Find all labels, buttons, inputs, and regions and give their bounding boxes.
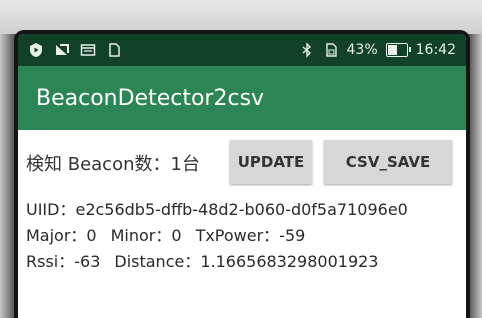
phone-bezel-left xyxy=(0,34,18,318)
beacon-rssi: Rssi：-63 xyxy=(26,252,101,271)
update-button[interactable]: UPDATE xyxy=(230,140,312,184)
beacon-count-label: 検知 Beacon数：1台 xyxy=(26,154,200,175)
app-title: BeaconDetector2csv xyxy=(36,85,265,111)
beacon-major: Major：0 xyxy=(26,226,97,245)
status-bar-right: 43% 16:42 xyxy=(299,42,456,58)
sim-icon xyxy=(109,43,120,57)
sim-card-icon xyxy=(325,43,337,57)
phone-screen: 43% 16:42 BeaconDetector2csv 検知 Beacon数：… xyxy=(18,34,466,318)
app-bar: BeaconDetector2csv xyxy=(18,66,466,130)
battery-percent: 43% xyxy=(346,42,378,58)
status-bar: 43% 16:42 xyxy=(18,34,466,66)
notification-icon xyxy=(80,44,96,56)
beacon-rssi-distance-row: Rssi：-63 Distance：1.1665683298001923 xyxy=(26,248,378,272)
phone-frame-top xyxy=(0,0,482,34)
clock: 16:42 xyxy=(415,42,456,58)
shield-icon xyxy=(30,43,42,57)
controls-row: 検知 Beacon数：1台 UPDATE CSV_SAVE xyxy=(18,136,466,186)
battery-icon xyxy=(385,43,411,57)
bluetooth-icon xyxy=(302,42,311,58)
status-bar-left-icons xyxy=(28,42,122,58)
beacon-uuid: UIID：e2c56db5-dffb-48d2-b060-d0f5a71096e… xyxy=(26,200,408,219)
main-content: 検知 Beacon数：1台 UPDATE CSV_SAVE UIID：e2c56… xyxy=(18,130,466,318)
beacon-major-minor-tx-row: Major：0 Minor：0 TxPower：-59 xyxy=(26,222,305,246)
beacon-distance: Distance：1.1665683298001923 xyxy=(114,252,379,271)
csv-save-button[interactable]: CSV_SAVE xyxy=(324,140,452,184)
signal-icon xyxy=(56,44,69,55)
beacon-minor: Minor：0 xyxy=(110,226,182,245)
beacon-txpower: TxPower：-59 xyxy=(195,226,306,245)
phone-bezel-right xyxy=(466,34,482,318)
